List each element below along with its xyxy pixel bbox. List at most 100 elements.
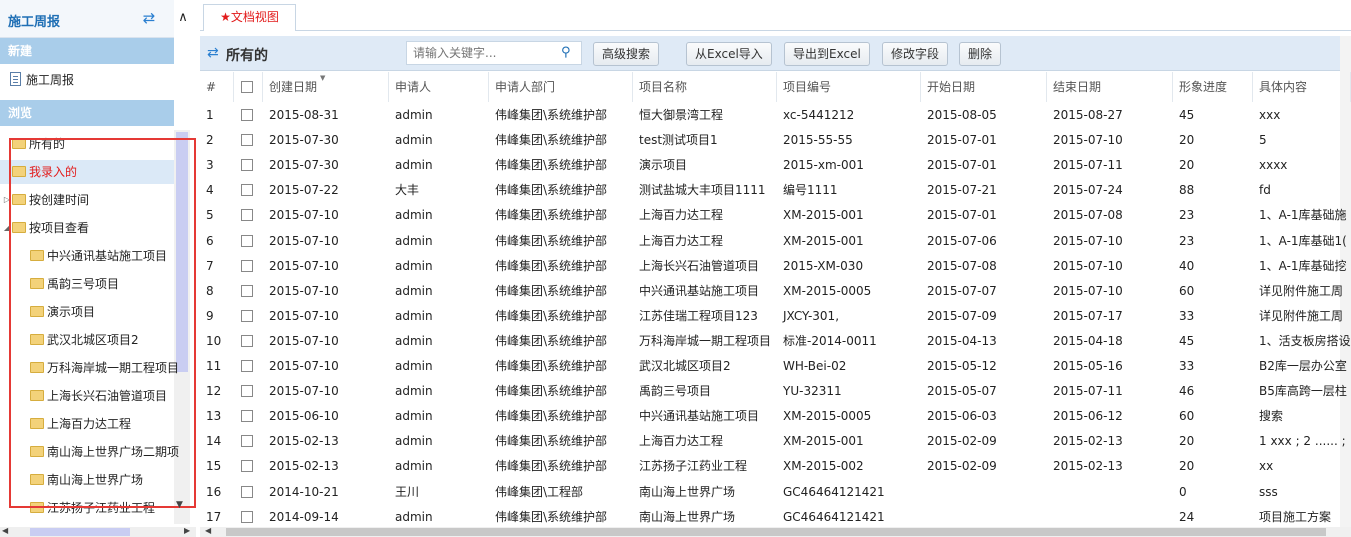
row-checkbox[interactable] xyxy=(241,334,253,347)
scroll-right-icon[interactable]: ▶ xyxy=(184,526,190,535)
table-cell: 23 xyxy=(1179,208,1195,223)
tab-document-view[interactable]: ★文档视图 xyxy=(203,4,296,31)
table-row[interactable]: 3 2015-07-30 admin 伟峰集团\系统维护部 演示项目 2015-xm-00… xyxy=(200,153,1351,178)
table-row[interactable]: 15 2015-02-13 admin 伟峰集团\系统维护部 江苏扬子江药业工程 XM-2… xyxy=(200,454,1351,479)
edit-fields-button[interactable]: 修改字段 xyxy=(882,42,949,66)
column-header[interactable]: 形象进度 xyxy=(1173,72,1253,102)
table-cell: 大丰 xyxy=(395,183,420,198)
column-header[interactable]: 申请人部门 xyxy=(489,72,633,102)
select-all-header[interactable] xyxy=(234,72,263,102)
search-input[interactable] xyxy=(406,41,582,65)
table-cell: 88 xyxy=(1179,183,1195,198)
row-checkbox[interactable] xyxy=(241,410,253,423)
new-weekly-report-link[interactable]: 施工周报 xyxy=(10,70,74,88)
table-cell: 2015-55-55 xyxy=(783,133,853,148)
column-header[interactable]: 项目编号 xyxy=(777,72,921,102)
column-header[interactable]: 开始日期 xyxy=(921,72,1047,102)
table-cell: 2015-02-13 xyxy=(269,459,339,474)
table-row[interactable]: 6 2015-07-10 admin 伟峰集团\系统维护部 上海百力达工程 XM-2015… xyxy=(200,229,1351,254)
table-cell: 中兴通讯基站施工项目 xyxy=(639,283,760,298)
column-header[interactable]: 创建日期 xyxy=(263,72,389,102)
select-all-checkbox[interactable] xyxy=(241,81,253,93)
table-row[interactable]: 14 2015-02-13 admin 伟峰集团\系统维护部 上海百力达工程 XM-201… xyxy=(200,429,1351,454)
row-checkbox[interactable] xyxy=(241,360,253,372)
scroll-left-icon[interactable]: ◀ xyxy=(205,526,211,535)
row-number: 5 xyxy=(206,208,214,223)
import-excel-button[interactable]: 从Excel导入 xyxy=(686,42,772,66)
table-cell: 南山海上世界广场 xyxy=(639,484,736,499)
table-cell: 伟峰集团\系统维护部 xyxy=(495,308,608,323)
table-cell: admin xyxy=(395,409,433,424)
row-checkbox[interactable] xyxy=(241,485,253,498)
column-header[interactable]: 项目名称 xyxy=(633,72,777,102)
table-cell: WH-Bei-02 xyxy=(783,359,847,373)
toolbar: ⇄ 所有的 ⚲ 高级搜索 从Excel导入 导出到Excel 修改字段 删除 xyxy=(200,36,1340,71)
row-checkbox[interactable] xyxy=(241,385,253,398)
row-checkbox[interactable] xyxy=(241,435,253,448)
table-cell: 上海长兴石油管道项目 xyxy=(639,258,760,273)
table-row[interactable]: 7 2015-07-10 admin 伟峰集团\系统维护部 上海长兴石油管道项目 2015… xyxy=(200,254,1351,279)
table-row[interactable]: 17 2014-09-14 admin 伟峰集团\系统维护部 南山海上世界广场 GC464… xyxy=(200,505,1351,527)
browse-section-header: 浏览 xyxy=(0,100,174,126)
column-header[interactable]: 结束日期 xyxy=(1047,72,1173,102)
advanced-search-button[interactable]: 高级搜索 xyxy=(593,42,660,66)
row-checkbox[interactable] xyxy=(241,159,253,172)
table-cell: 伟峰集团\系统维护部 xyxy=(495,509,608,524)
table-row[interactable]: 13 2015-06-10 admin 伟峰集团\系统维护部 中兴通讯基站施工项目 XM-… xyxy=(200,404,1351,429)
table-cell: 详见附件施工周 xyxy=(1259,308,1344,323)
table-cell: 1、A-1库基础1( xyxy=(1259,233,1347,248)
table-row[interactable]: 5 2015-07-10 admin 伟峰集团\系统维护部 上海百力达工程 XM-2015… xyxy=(200,203,1351,228)
view-title: 所有的 xyxy=(226,48,268,64)
row-checkbox[interactable] xyxy=(241,460,253,473)
row-checkbox[interactable] xyxy=(241,234,253,247)
refresh-icon[interactable]: ⇄ xyxy=(141,10,157,26)
row-checkbox[interactable] xyxy=(241,209,253,222)
delete-button[interactable]: 删除 xyxy=(959,42,1002,66)
table-cell xyxy=(1047,480,1173,505)
export-excel-button[interactable]: 导出到Excel xyxy=(784,42,870,66)
table-row[interactable]: 9 2015-07-10 admin 伟峰集团\系统维护部 江苏佳瑞工程项目123 JXC… xyxy=(200,304,1351,329)
table-row[interactable]: 1 2015-08-31 admin 伟峰集团\系统维护部 恒大御景湾工程 xc-5441… xyxy=(200,103,1351,128)
sort-desc-icon[interactable]: ▼ xyxy=(320,74,325,82)
table-row[interactable]: 16 2014-10-21 王川 伟峰集团\工程部 南山海上世界广场 GC46464121… xyxy=(200,480,1351,505)
table-cell: admin xyxy=(395,283,433,298)
table-cell: 2015-08-27 xyxy=(1053,108,1123,122)
row-checkbox[interactable] xyxy=(241,109,253,121)
table-cell: fd xyxy=(1259,183,1271,198)
table-row[interactable]: 4 2015-07-22 大丰 伟峰集团\系统维护部 测试盐城大丰项目1111 编号111… xyxy=(200,178,1351,203)
row-checkbox[interactable] xyxy=(241,184,253,197)
table-cell: 2015-07-24 xyxy=(1053,183,1123,198)
table-cell: 40 xyxy=(1179,258,1195,273)
table-cell: 2015-02-13 xyxy=(269,434,339,449)
table-cell: 2015-08-05 xyxy=(927,108,997,122)
table-cell: B2库一层办公室 xyxy=(1259,359,1347,373)
table-cell xyxy=(921,505,1047,527)
scroll-left-icon[interactable]: ◀ xyxy=(2,526,8,535)
table-row[interactable]: 11 2015-07-10 admin 伟峰集团\系统维护部 武汉北城区项目2 WH-Be… xyxy=(200,354,1351,379)
table-row[interactable]: 2 2015-07-30 admin 伟峰集团\系统维护部 test测试项目1 2015-… xyxy=(200,128,1351,153)
column-header[interactable]: 申请人 xyxy=(389,72,489,102)
data-grid: # 创建日期 申请人 申请人部门 项目名称 项目编号 开始日期 结束日期 形象进度 具体内容 ▼ 1… xyxy=(200,72,1351,527)
row-checkbox[interactable] xyxy=(241,309,253,322)
left-header: 施工周报 ⇄ xyxy=(0,0,174,38)
column-header[interactable]: # xyxy=(200,72,234,102)
table-cell: 中兴通讯基站施工项目 xyxy=(639,409,760,424)
collapse-panel-icon[interactable]: ∧ xyxy=(176,11,190,25)
row-checkbox[interactable] xyxy=(241,284,253,297)
sync-icon[interactable]: ⇄ xyxy=(207,45,219,61)
column-header[interactable]: 具体内容 xyxy=(1253,72,1351,102)
table-cell: JXCY-301, xyxy=(783,308,840,323)
table-cell: 20 xyxy=(1179,158,1195,173)
row-checkbox[interactable] xyxy=(241,259,253,272)
table-row[interactable]: 10 2015-07-10 admin 伟峰集团\系统维护部 万科海岸城一期工程项目 标准… xyxy=(200,329,1351,354)
left-horizontal-scrollbar-thumb[interactable] xyxy=(30,528,130,536)
horizontal-scrollbar-thumb[interactable] xyxy=(226,528,1326,536)
table-row[interactable]: 8 2015-07-10 admin 伟峰集团\系统维护部 中兴通讯基站施工项目 XM-2… xyxy=(200,279,1351,304)
row-checkbox[interactable] xyxy=(241,510,253,523)
row-checkbox[interactable] xyxy=(241,134,253,147)
scroll-down-icon[interactable]: ▼ xyxy=(176,500,183,510)
table-cell: 2015-02-13 xyxy=(1053,434,1123,449)
search-icon[interactable]: ⚲ xyxy=(561,45,571,60)
table-row[interactable]: 12 2015-07-10 admin 伟峰集团\系统维护部 禹韵三号项目 YU-3231… xyxy=(200,379,1351,404)
table-cell: 2015-08-31 xyxy=(269,108,339,122)
